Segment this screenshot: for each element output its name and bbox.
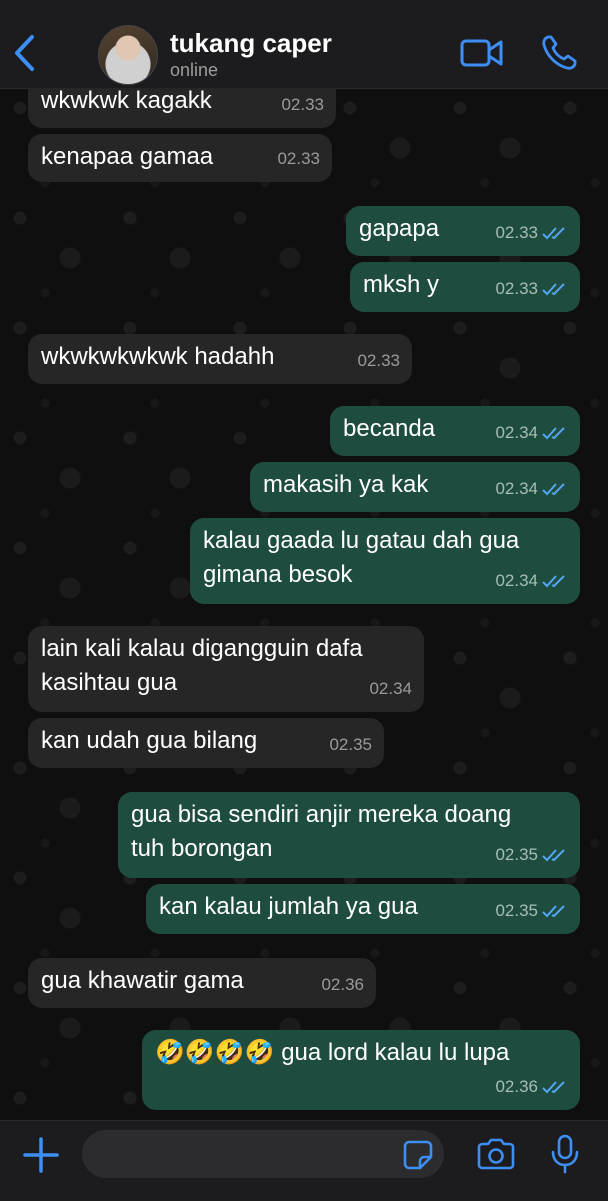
message-bubble-outgoing[interactable]: mksh y 02.33 [350, 262, 580, 312]
sticker-icon[interactable] [402, 1139, 434, 1171]
message-text: gua khawatir gama [41, 967, 244, 994]
message-time: 02.35 [495, 838, 568, 872]
message-time: 02.35 [495, 894, 568, 928]
microphone-icon[interactable] [550, 1134, 580, 1174]
message-bubble-outgoing[interactable]: 🤣🤣🤣🤣 gua lord kalau lu lupa 02.36 [142, 1030, 580, 1110]
message-bubble-incoming[interactable]: wkwkwkwkwk hadahh 02.33 [28, 334, 412, 384]
message-time: 02.34 [369, 679, 412, 698]
read-ticks-icon [542, 849, 565, 862]
message-bubble-incoming[interactable]: kenapaa gamaa 02.33 [28, 134, 332, 182]
message-time: 02.33 [495, 216, 568, 250]
avatar[interactable] [98, 25, 158, 85]
message-time: 02.33 [281, 95, 324, 114]
phone-icon[interactable] [540, 34, 578, 72]
chevron-left-icon[interactable] [12, 34, 36, 72]
read-ticks-icon [542, 483, 565, 496]
message-bubble-outgoing[interactable]: gapapa 02.33 [346, 206, 580, 256]
message-time: 02.33 [357, 351, 400, 370]
message-bubble-outgoing[interactable]: makasih ya kak 02.34 [250, 462, 580, 512]
read-ticks-icon [542, 427, 565, 440]
video-camera-icon[interactable] [460, 36, 504, 70]
message-bubble-outgoing[interactable]: becanda 02.34 [330, 406, 580, 456]
chat-header: tukang caper online [0, 0, 608, 89]
contact-status: online [170, 60, 219, 80]
plus-icon[interactable] [22, 1136, 60, 1174]
message-bubble-incoming[interactable]: lain kali kalau digangguin dafa kasihtau… [28, 626, 424, 712]
message-time: 02.34 [495, 416, 568, 450]
message-time: 02.36 [321, 975, 364, 994]
message-time: 02.36 [495, 1070, 568, 1104]
message-time: 02.35 [329, 735, 372, 754]
read-ticks-icon [542, 905, 565, 918]
message-time: 02.33 [277, 149, 320, 168]
message-bubble-outgoing[interactable]: kan kalau jumlah ya gua 02.35 [146, 884, 580, 934]
message-text: 🤣🤣🤣🤣 gua lord kalau lu lupa [155, 1039, 510, 1066]
message-bubble-incoming[interactable]: wkwkwk kagakk 02.33 [28, 87, 336, 128]
message-bubble-incoming[interactable]: kan udah gua bilang 02.35 [28, 718, 384, 768]
read-ticks-icon [542, 1081, 565, 1094]
read-ticks-icon [542, 283, 565, 296]
contact-name[interactable]: tukang caper [170, 28, 332, 59]
message-time: 02.34 [495, 472, 568, 506]
message-bubble-incoming[interactable]: gua khawatir gama 02.36 [28, 958, 376, 1008]
message-text: wkwkwkwkwk hadahh [41, 343, 275, 370]
message-bubble-outgoing[interactable]: gua bisa sendiri anjir mereka doang tuh … [118, 792, 580, 878]
message-text: kan udah gua bilang [41, 727, 258, 754]
read-ticks-icon [542, 575, 565, 588]
message-time: 02.34 [495, 564, 568, 598]
message-time: 02.33 [495, 272, 568, 306]
camera-icon[interactable] [476, 1138, 516, 1170]
message-input[interactable] [82, 1130, 444, 1178]
message-bubble-outgoing[interactable]: kalau gaada lu gatau dah gua gimana beso… [190, 518, 580, 604]
message-text: lain kali kalau digangguin dafa kasihtau… [41, 635, 363, 696]
read-ticks-icon [542, 227, 565, 240]
